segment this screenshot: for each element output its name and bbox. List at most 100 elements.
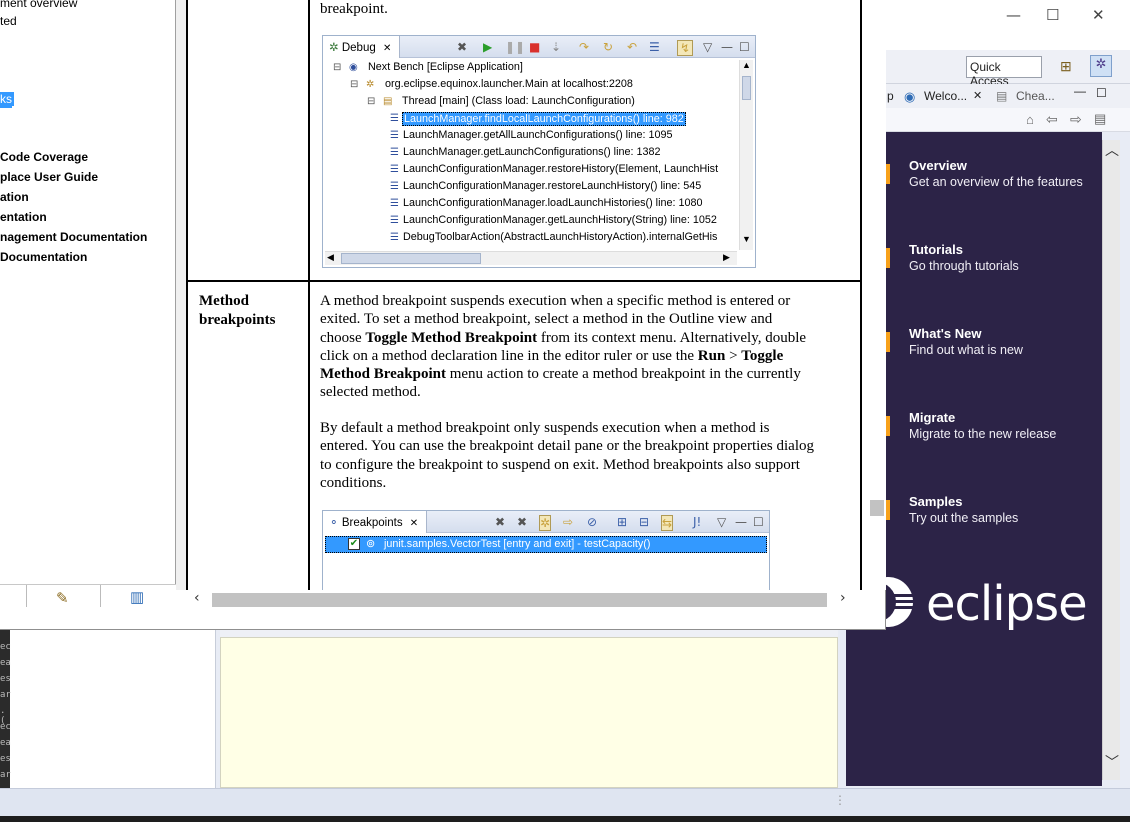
table-border-right xyxy=(860,0,862,590)
debug-perspective-icon[interactable]: ✲ xyxy=(1090,55,1112,77)
link-with-view-icon: ⇆ xyxy=(661,515,674,531)
view-menu-icon: ▽ xyxy=(717,515,727,529)
welcome-item[interactable]: Tutorials Go through tutorials xyxy=(909,242,1089,274)
help-contents-tree[interactable]: ment overview ted ks Code Coverage place Use… xyxy=(0,0,176,590)
h-scroll-thumb[interactable] xyxy=(212,593,827,607)
console-gutter-glyph: es xyxy=(0,754,11,764)
frame-icon: ☰ xyxy=(390,232,399,243)
welcome-item[interactable]: Overview Get an overview of the features xyxy=(909,158,1089,190)
contents-topic[interactable]: Documentation xyxy=(0,250,87,264)
scroll-right-icon: ▶ xyxy=(723,252,730,262)
contents-topic[interactable]: nagement Documentation xyxy=(0,230,147,244)
resume-icon: ▶ xyxy=(483,40,493,54)
breakpoint-row: ✔ ⊚ junit.samples.VectorTest [entry and … xyxy=(325,536,767,553)
maximize-icon: ☐ xyxy=(753,515,764,529)
close-icon[interactable]: ✕ xyxy=(1092,6,1105,24)
scroll-left-icon[interactable]: ‹ xyxy=(194,590,200,606)
tab-partial[interactable]: p xyxy=(887,89,894,103)
java-exception-icon: J! xyxy=(693,515,702,529)
app-icon: ◉ xyxy=(349,62,358,73)
step-over-icon: ↻ xyxy=(603,40,614,54)
stack-frame-row: LaunchConfigurationManager.restoreHistor… xyxy=(403,163,719,175)
welcome-item-title: Samples xyxy=(909,494,963,509)
background-console-area[interactable] xyxy=(220,637,838,788)
contents-topic[interactable]: ks xyxy=(0,92,14,106)
bookmark-icon[interactable]: ✎ xyxy=(56,589,69,607)
toolbar-divider xyxy=(100,585,101,607)
scroll-up-icon[interactable]: ︿ xyxy=(1105,140,1119,160)
quick-access-field[interactable]: Quick Access xyxy=(966,56,1042,88)
breakpoint-label: junit.samples.VectorTest [entry and exit… xyxy=(384,538,651,550)
stack-frame-row: org.eclipse.equinox.launcher.Main at loc… xyxy=(385,78,633,90)
back-icon[interactable]: ⇦ xyxy=(1046,111,1058,128)
maximize-icon[interactable]: ☐ xyxy=(1046,6,1059,24)
tab-cheatsheets[interactable]: Chea... xyxy=(1016,89,1055,103)
welcome-item-desc: Find out what is new xyxy=(909,343,1023,357)
view-minimize-icon[interactable]: — xyxy=(1074,84,1086,98)
console-gutter-glyph: ec xyxy=(0,642,11,652)
remove-all-icon: ✖ xyxy=(517,515,528,529)
contents-topic[interactable]: Code Coverage xyxy=(0,150,88,164)
debug-view-header: ✲ Debug ✕ ✖ ▶ ❚❚ ■ ⇣ ↷ ↻ ↶ ☰ ↯ ▽ — ☐ xyxy=(323,36,755,58)
breakpoints-icon: ⚬ xyxy=(329,517,339,529)
contents-topic[interactable]: place User Guide xyxy=(0,170,98,184)
row-header-method: Method xyxy=(199,293,249,309)
stack-frame-row: Thread [main] (Class load: LaunchConfigu… xyxy=(402,95,635,107)
tab-breakpoints: ⚬ Breakpoints ✕ xyxy=(323,511,428,533)
contents-topic[interactable]: ation xyxy=(0,190,29,204)
frame-icon: ☰ xyxy=(390,147,399,158)
debug-bug-icon: ✲ xyxy=(329,42,339,54)
tree-collapse-icon: ⊟ xyxy=(367,96,376,107)
contents-topic[interactable]: entation xyxy=(0,210,47,224)
tab-welcome[interactable]: Welco... xyxy=(924,89,967,103)
customize-page-icon[interactable]: ▤ xyxy=(1094,111,1106,127)
table-row-divider xyxy=(186,280,862,282)
stack-frame-row: LaunchConfigurationManager.loadLaunchHis… xyxy=(403,197,703,209)
scroll-left-icon: ◀ xyxy=(327,252,334,262)
welcome-item-title: Overview xyxy=(909,158,967,173)
scroll-down-icon[interactable]: ﹀ xyxy=(1105,752,1119,772)
status-grip-icon: ⋮ xyxy=(834,793,846,807)
previous-text: breakpoint. xyxy=(320,1,388,17)
tree-collapse-icon: ⊟ xyxy=(350,79,359,90)
minimize-icon[interactable]: — xyxy=(1006,6,1021,24)
welcome-item-title: Migrate xyxy=(909,410,956,425)
method-breakpoint-description: A method breakpoint suspends execution w… xyxy=(320,293,807,401)
view-maximize-icon[interactable]: ☐ xyxy=(1096,86,1107,100)
expand-all-icon: ⊞ xyxy=(617,515,628,529)
welcome-nav-bar: ⌂ ⇦ ⇨ ▤ xyxy=(886,108,1130,132)
book-icon[interactable]: ▥ xyxy=(130,588,144,606)
welcome-item-title: Tutorials xyxy=(909,242,963,257)
contents-topic[interactable]: ted xyxy=(0,14,17,28)
console-gutter-text: ec ea es ar .(ec ea es ar xyxy=(0,638,11,788)
welcome-vertical-scrollbar[interactable]: ︿ ﹀ xyxy=(1102,140,1120,780)
scroll-down-icon: ▼ xyxy=(742,234,751,244)
show-supported-icon: ✲ xyxy=(539,515,552,531)
forward-icon[interactable]: ⇨ xyxy=(1070,111,1082,128)
stack-frame-row: DebugToolbarAction(AbstractLaunchHistory… xyxy=(403,231,718,243)
welcome-item[interactable]: What's New Find out what is new xyxy=(909,326,1089,358)
tab-debug: ✲ Debug ✕ xyxy=(323,36,401,58)
debug-view-screenshot: ✲ Debug ✕ ✖ ▶ ❚❚ ■ ⇣ ↷ ↻ ↶ ☰ ↯ ▽ — ☐ ⊟ ◉ N… xyxy=(322,35,756,268)
minimize-icon: — xyxy=(721,40,733,54)
stack-frame-row: LaunchConfigurationManager.getLaunchHist… xyxy=(403,214,717,226)
scroll-up-icon: ▲ xyxy=(742,60,751,70)
welcome-item[interactable]: Samples Try out the samples xyxy=(909,494,1089,526)
breakpoints-view-header: ⚬ Breakpoints ✕ ✖ ✖ ✲ ⇨ ⊘ ⊞ ⊟ ⇆ J! ▽ — ☐ xyxy=(323,511,769,533)
home-icon[interactable]: ⌂ xyxy=(1026,112,1034,127)
contents-scrollbar[interactable] xyxy=(176,0,186,590)
table-border-mid xyxy=(308,0,310,590)
method-breakpoint-default-behavior: By default a method breakpoint only susp… xyxy=(320,420,815,491)
v-scroll-thumb[interactable] xyxy=(870,500,884,516)
stack-frame-row: LaunchConfigurationManager.restoreLaunch… xyxy=(403,180,702,192)
tab-close-icon[interactable]: ✕ xyxy=(973,89,982,102)
target-icon: ✲ xyxy=(366,79,375,90)
welcome-globe-icon: ◉ xyxy=(904,89,916,104)
collapse-all-icon: ⊟ xyxy=(639,515,650,529)
welcome-item[interactable]: Migrate Migrate to the new release xyxy=(909,410,1089,442)
remove-terminated-icon: ✖ xyxy=(457,40,468,54)
scroll-right-icon[interactable]: › xyxy=(840,590,846,606)
contents-topic[interactable]: ment overview xyxy=(0,0,77,10)
checkbox-checked-icon: ✔ xyxy=(348,538,360,550)
open-perspective-icon[interactable]: ⊞ xyxy=(1060,58,1072,75)
